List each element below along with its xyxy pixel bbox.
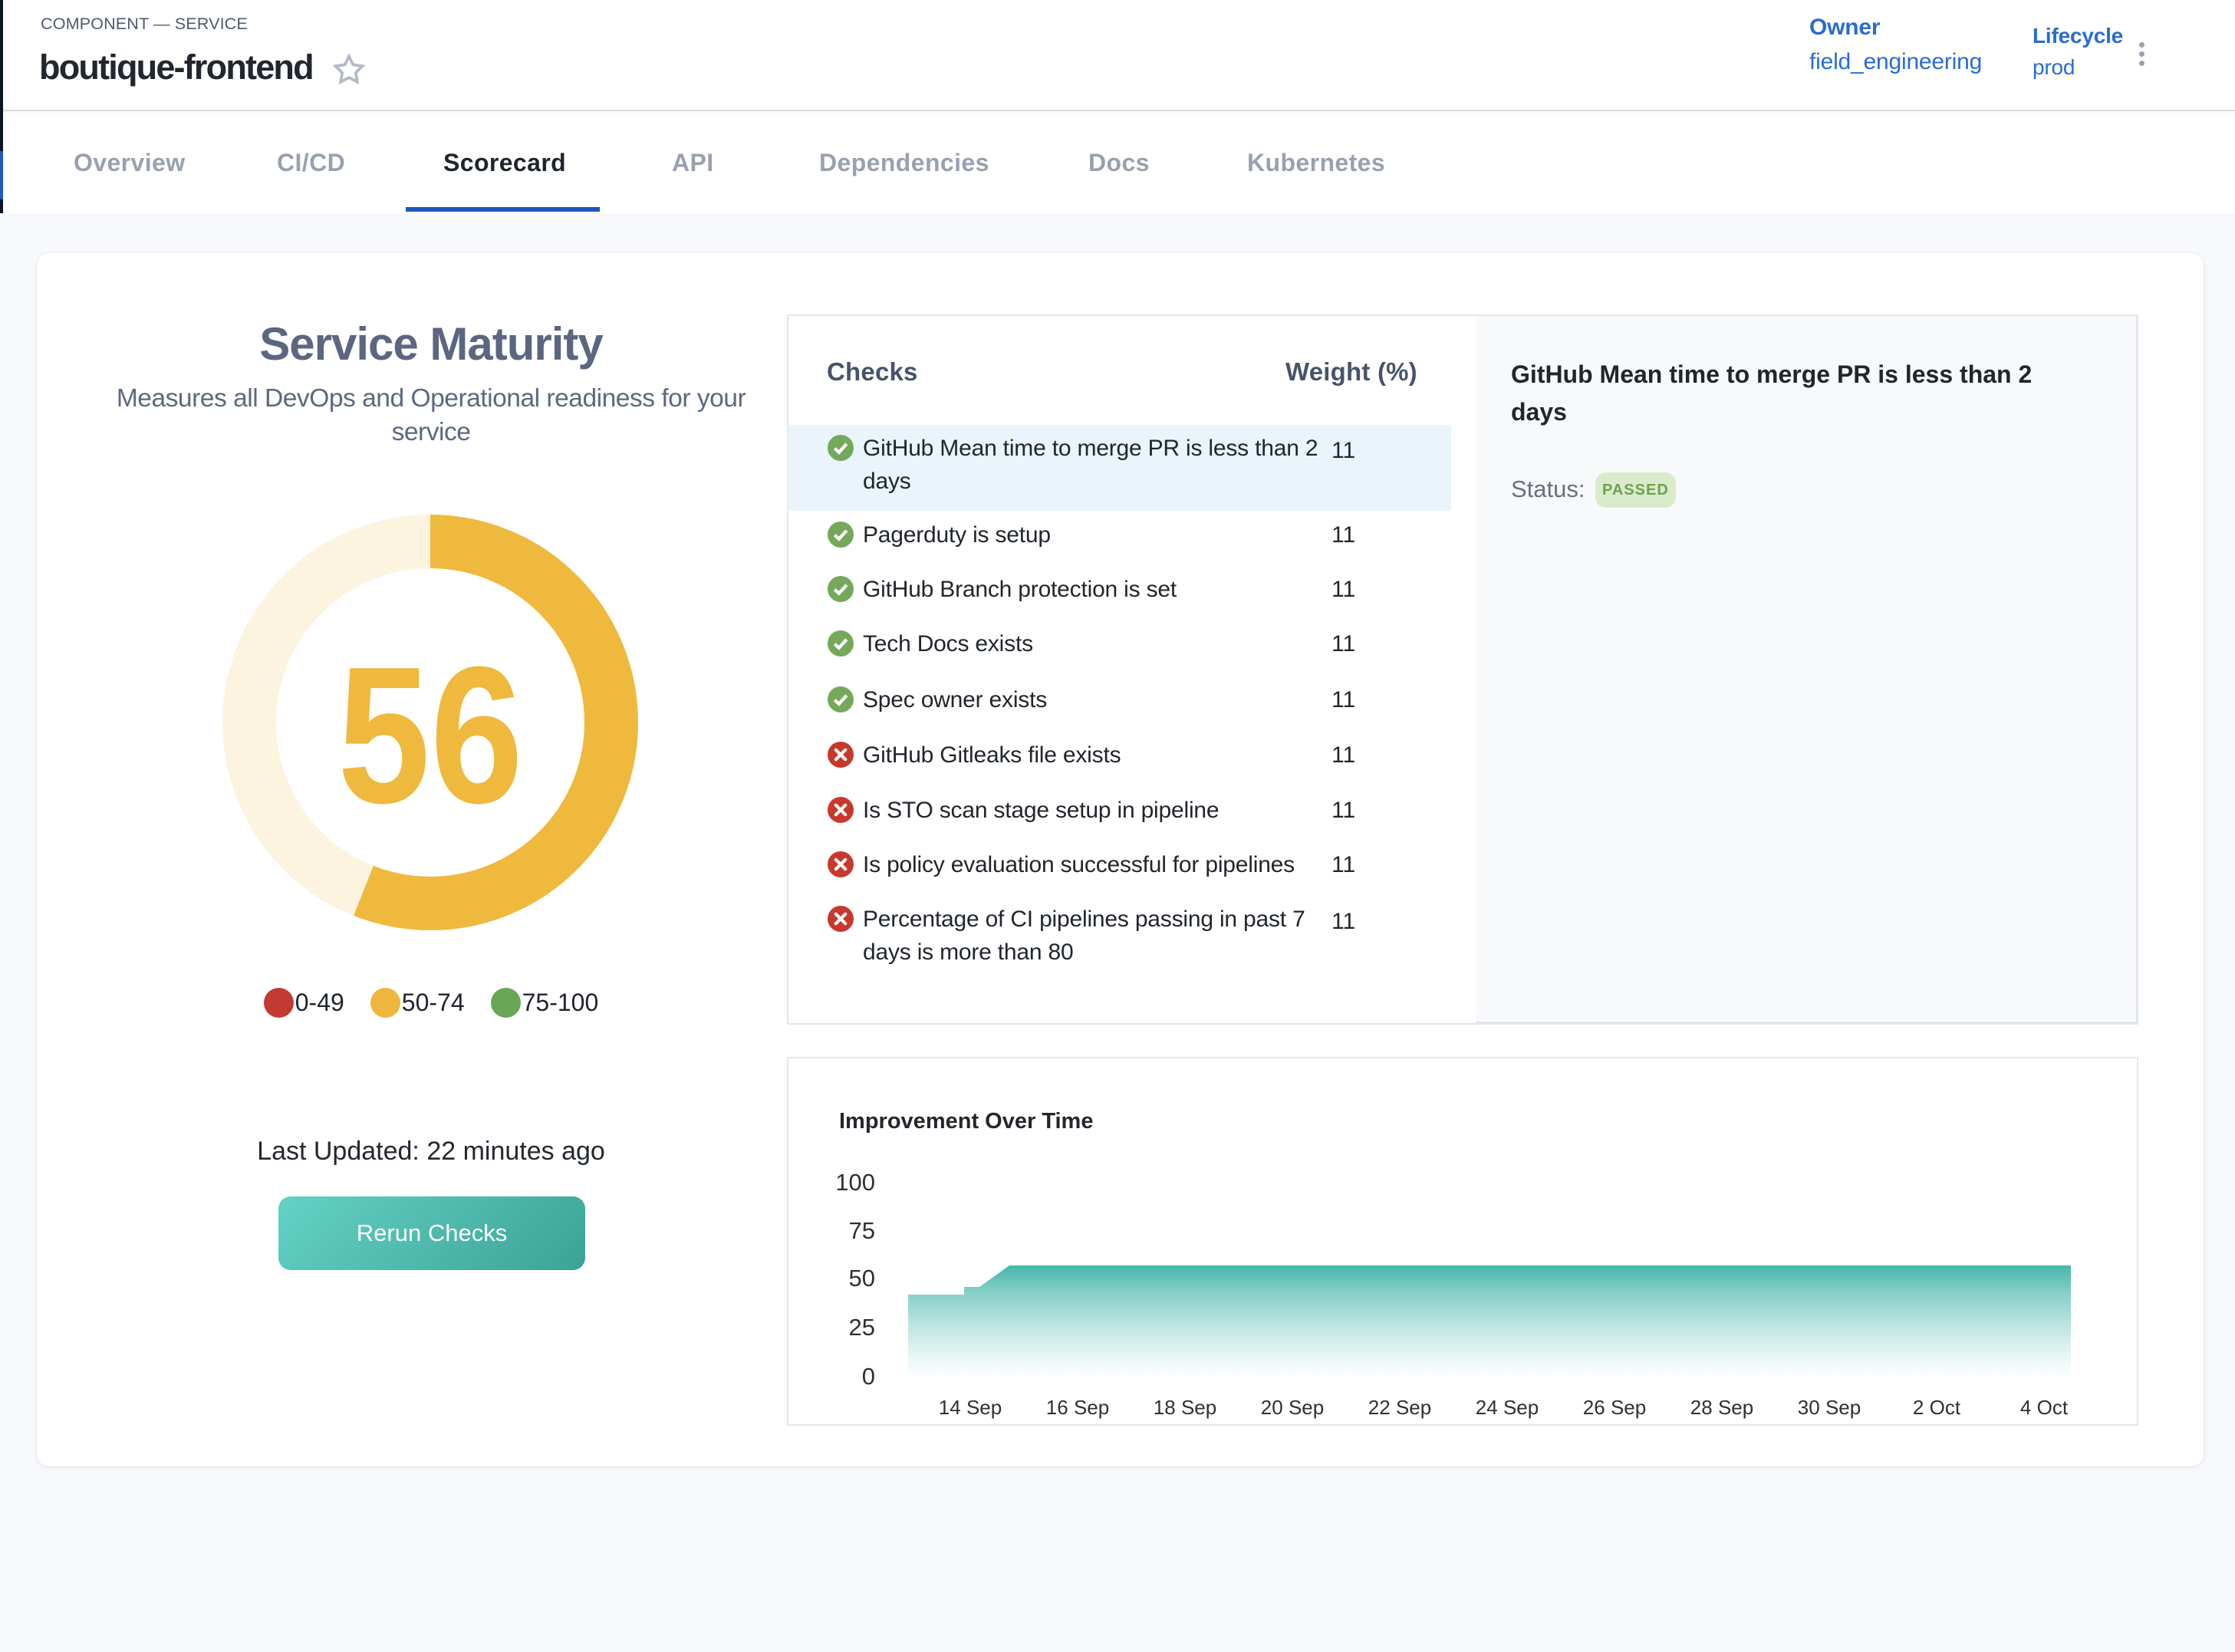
svg-text:56: 56 <box>337 626 523 844</box>
